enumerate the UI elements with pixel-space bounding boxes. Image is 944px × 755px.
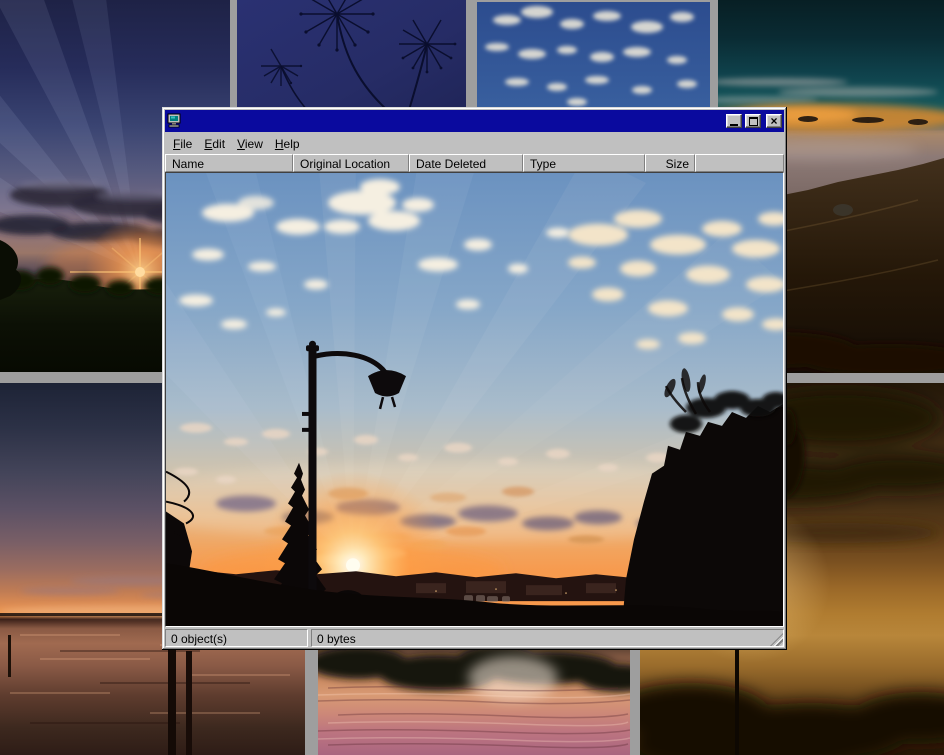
computer-icon[interactable] <box>167 113 183 129</box>
column-header-size[interactable]: Size <box>645 154 695 172</box>
menu-file[interactable]: File <box>167 135 198 153</box>
close-icon: × <box>770 116 777 126</box>
column-header-date-deleted[interactable]: Date Deleted <box>409 154 523 172</box>
column-header-type[interactable]: Type <box>523 154 645 172</box>
menu-help[interactable]: Help <box>269 135 306 153</box>
column-header-empty <box>695 154 784 172</box>
menu-bar: File Edit View Help <box>165 132 784 154</box>
maximize-button[interactable] <box>745 114 761 128</box>
status-object-count: 0 object(s) <box>165 629 308 647</box>
menu-edit[interactable]: Edit <box>198 135 231 153</box>
recycle-bin-window: × File Edit View Help Name Original Loca… <box>162 107 787 650</box>
column-header-row: Name Original Location Date Deleted Type… <box>165 154 784 172</box>
menu-view[interactable]: View <box>231 135 269 153</box>
maximize-icon <box>749 117 758 126</box>
minimize-icon <box>730 124 738 126</box>
close-button[interactable]: × <box>766 114 782 128</box>
titlebar[interactable]: × <box>165 110 784 132</box>
minimize-button[interactable] <box>726 114 742 128</box>
sunset-streetlamp-image <box>166 173 783 626</box>
status-byte-count: 0 bytes <box>311 629 784 647</box>
column-header-original-location[interactable]: Original Location <box>293 154 409 172</box>
status-bar: 0 object(s) 0 bytes <box>165 629 784 647</box>
list-view-area[interactable] <box>165 172 784 627</box>
column-header-name[interactable]: Name <box>165 154 293 172</box>
